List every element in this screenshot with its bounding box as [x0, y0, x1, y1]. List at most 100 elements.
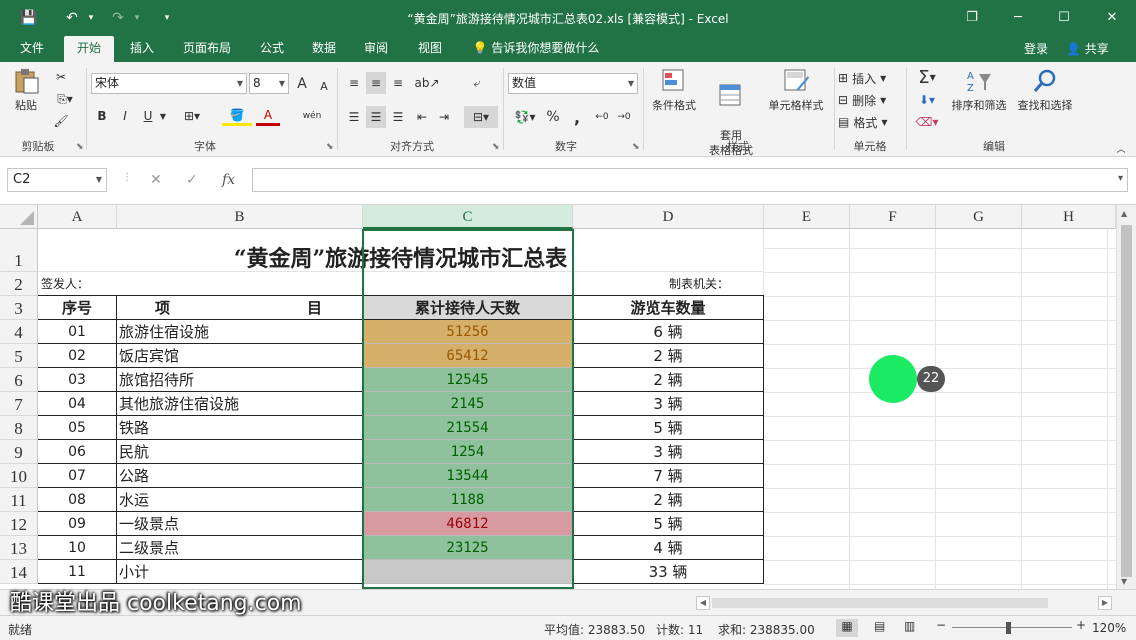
tab-review[interactable]: 审阅: [354, 36, 398, 62]
column-header-a[interactable]: A: [38, 205, 117, 229]
bus-count-cell[interactable]: 4 辆: [573, 536, 764, 560]
vertical-scrollbar[interactable]: ▲ ▼: [1116, 205, 1136, 589]
cell-style-button[interactable]: 单元格样式: [762, 68, 830, 113]
orientation-icon[interactable]: ab↗: [414, 72, 440, 94]
header-visitor-days[interactable]: 累计接待人天数: [363, 296, 573, 320]
bus-count-cell[interactable]: 2 辆: [573, 344, 764, 368]
align-middle-icon[interactable]: ≡: [366, 72, 386, 94]
scroll-up-icon[interactable]: ▲: [1121, 209, 1127, 218]
paste-button[interactable]: 粘贴: [8, 68, 44, 113]
row-header-2[interactable]: 2: [0, 272, 38, 296]
row-header-9[interactable]: 9: [0, 440, 38, 464]
tab-page-layout[interactable]: 页面布局: [172, 36, 242, 62]
formula-input[interactable]: ▾: [252, 168, 1128, 192]
seq-cell[interactable]: 10: [38, 536, 117, 560]
tell-me-box[interactable]: 💡 告诉我你想要做什么: [466, 36, 606, 62]
tab-insert[interactable]: 插入: [120, 36, 164, 62]
vertical-scroll-thumb[interactable]: [1121, 225, 1132, 577]
visitor-days-cell[interactable]: 23125: [363, 536, 573, 560]
cell-c2[interactable]: [363, 272, 573, 296]
page-layout-view-icon[interactable]: ▤: [874, 619, 885, 633]
seq-cell[interactable]: 02: [38, 344, 117, 368]
normal-view-icon[interactable]: ▦: [836, 619, 858, 637]
number-format-combo[interactable]: 数值 ▼: [508, 73, 638, 94]
decrease-indent-icon[interactable]: ⇤: [412, 106, 432, 128]
row-header-3[interactable]: 3: [0, 296, 38, 320]
align-center-icon[interactable]: ☰: [366, 106, 386, 128]
header-item[interactable]: 项 目: [117, 296, 363, 320]
shrink-font-button[interactable]: A: [316, 77, 332, 95]
confirm-icon[interactable]: ✓: [186, 172, 198, 188]
clipboard-launcher-icon[interactable]: ⬊: [76, 142, 84, 152]
increase-decimal-icon[interactable]: ←0: [592, 106, 612, 128]
copy-icon[interactable]: ⎘▾: [50, 90, 80, 108]
minimize-icon[interactable]: ─: [1006, 6, 1030, 28]
align-left-icon[interactable]: ☰: [344, 106, 364, 128]
wrap-text-icon[interactable]: ⤶: [466, 72, 488, 94]
seq-cell[interactable]: 09: [38, 512, 117, 536]
font-name-combo[interactable]: 宋体 ▼: [91, 73, 247, 94]
bus-count-cell[interactable]: 5 辆: [573, 512, 764, 536]
visitor-days-cell[interactable]: 21554: [363, 416, 573, 440]
header-seq[interactable]: 序号: [38, 296, 117, 320]
autosum-button[interactable]: Σ ▼: [912, 66, 942, 88]
expand-formula-icon[interactable]: ▾: [1118, 173, 1123, 184]
zoom-level[interactable]: 120%: [1092, 621, 1126, 635]
align-bottom-icon[interactable]: ≡: [388, 72, 408, 94]
item-cell[interactable]: 小计: [117, 560, 363, 584]
column-header-f[interactable]: F: [850, 205, 936, 229]
delete-cells-button[interactable]: ⊟ 删除 ▼: [838, 90, 900, 110]
visitor-days-cell[interactable]: [363, 560, 573, 584]
zoom-out-button[interactable]: −: [936, 618, 946, 632]
empty-cells[interactable]: [764, 229, 1116, 589]
visitor-days-cell[interactable]: 1188: [363, 488, 573, 512]
item-cell[interactable]: 铁路: [117, 416, 363, 440]
phonetic-button[interactable]: wén: [298, 106, 326, 126]
cancel-icon[interactable]: ✕: [150, 172, 162, 188]
seq-cell[interactable]: 06: [38, 440, 117, 464]
currency-icon[interactable]: 💱▾: [510, 106, 540, 128]
alignment-launcher-icon[interactable]: ⬊: [492, 142, 500, 152]
increase-indent-icon[interactable]: ⇥: [434, 106, 454, 128]
sort-filter-button[interactable]: A Z 排序和筛选: [946, 68, 1012, 113]
format-painter-icon[interactable]: 🖌: [50, 112, 72, 130]
column-header-h[interactable]: H: [1022, 205, 1116, 229]
select-all-corner[interactable]: [0, 205, 38, 229]
seq-cell[interactable]: 01: [38, 320, 117, 344]
bus-count-cell[interactable]: 3 辆: [573, 392, 764, 416]
item-cell[interactable]: 二级景点: [117, 536, 363, 560]
scroll-left-icon[interactable]: ◀: [696, 596, 710, 610]
bus-count-cell[interactable]: 2 辆: [573, 368, 764, 392]
item-cell[interactable]: 一级景点: [117, 512, 363, 536]
tab-home[interactable]: 开始: [64, 36, 114, 62]
collapse-ribbon-icon[interactable]: ︿: [1114, 142, 1128, 155]
tab-file[interactable]: 文件: [8, 36, 56, 62]
share-button[interactable]: 👤 共享: [1066, 40, 1109, 57]
item-cell[interactable]: 水运: [117, 488, 363, 512]
visitor-days-cell[interactable]: 51256: [363, 320, 573, 344]
cut-icon[interactable]: ✂: [50, 68, 72, 86]
number-launcher-icon[interactable]: ⬊: [632, 142, 640, 152]
tab-data[interactable]: 数据: [302, 36, 346, 62]
font-launcher-icon[interactable]: ⬊: [326, 142, 334, 152]
column-header-b[interactable]: B: [117, 205, 363, 229]
row-header-10[interactable]: 10: [0, 464, 38, 488]
ribbon-display-icon[interactable]: ❐: [960, 6, 984, 28]
item-cell[interactable]: 旅游住宿设施: [117, 320, 363, 344]
column-header-e[interactable]: E: [764, 205, 850, 229]
close-icon[interactable]: ✕: [1100, 6, 1124, 28]
column-header-c[interactable]: C: [363, 205, 573, 229]
bus-count-cell[interactable]: 7 辆: [573, 464, 764, 488]
borders-button[interactable]: ⊞▾: [178, 106, 206, 126]
scroll-down-icon[interactable]: ▼: [1121, 577, 1127, 586]
item-cell[interactable]: 饭店宾馆: [117, 344, 363, 368]
grow-font-button[interactable]: A: [294, 75, 310, 93]
row-header-14[interactable]: 14: [0, 560, 38, 584]
comma-button[interactable]: ,: [568, 106, 586, 128]
horizontal-scroll-thumb[interactable]: [712, 598, 1048, 608]
find-select-button[interactable]: 查找和选择: [1014, 68, 1076, 113]
seq-cell[interactable]: 11: [38, 560, 117, 584]
seq-cell[interactable]: 08: [38, 488, 117, 512]
row-header-1[interactable]: 1: [0, 229, 38, 272]
insert-function-icon[interactable]: fx: [222, 172, 235, 188]
